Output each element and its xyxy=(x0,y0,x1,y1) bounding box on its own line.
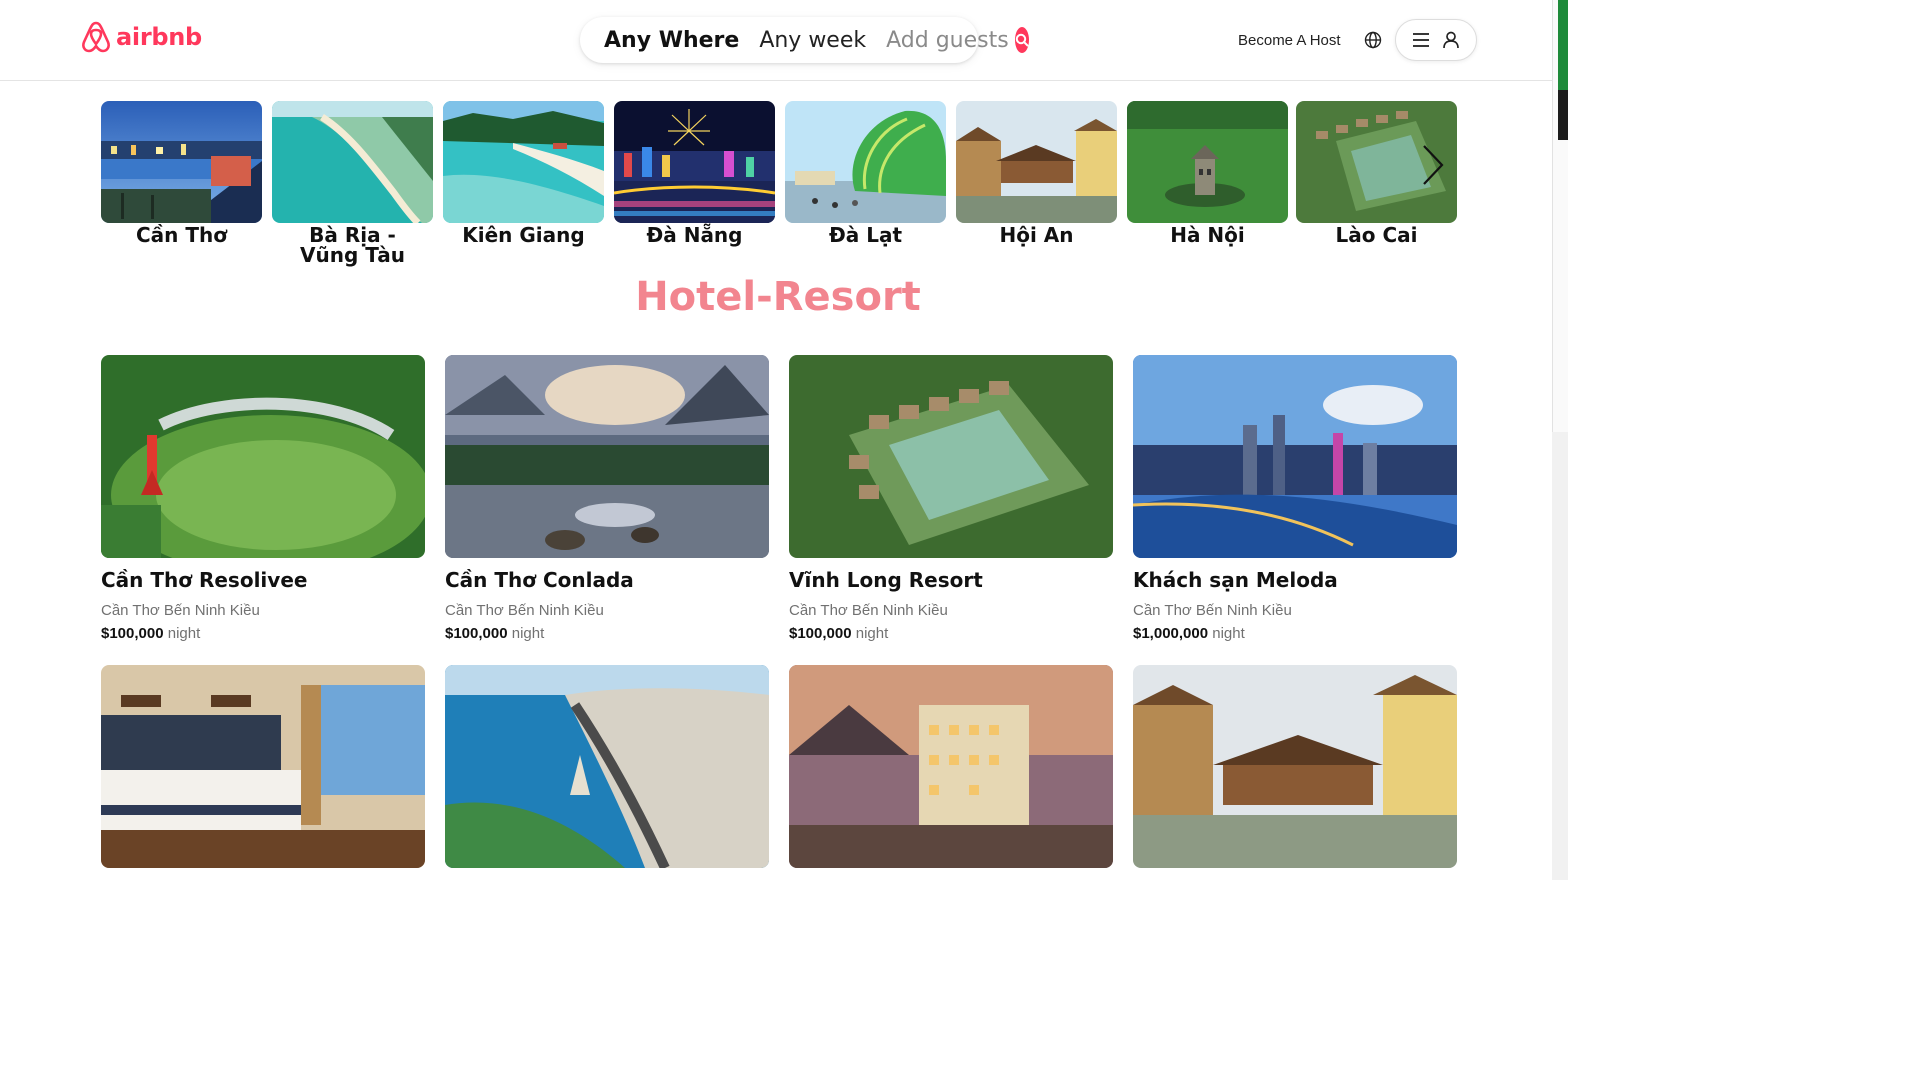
listing-name: Khách sạn Meloda xyxy=(1133,568,1338,592)
listing-card[interactable] xyxy=(445,665,769,868)
section-title: Hotel-Resort xyxy=(635,274,921,320)
search-icon xyxy=(1015,33,1029,47)
listing-price-line: $1,000,000 night xyxy=(1133,625,1457,642)
destination-item[interactable]: Cần Thơ xyxy=(101,101,262,245)
listing-image xyxy=(1133,355,1457,558)
listing-name: Cần Thơ Resolivee xyxy=(101,568,308,592)
destination-label: Đà Lạt xyxy=(828,223,903,247)
destination-image xyxy=(956,101,1117,223)
listing-location: Cần Thơ Bến Ninh Kiều xyxy=(101,602,260,619)
listing-price: $100,000 xyxy=(101,625,164,642)
listing-price-unit: night xyxy=(511,625,545,642)
destination-item[interactable]: Đà Nẵng xyxy=(614,101,775,245)
chevron-right-icon xyxy=(1423,145,1444,185)
listing-name: Cần Thơ Conlada xyxy=(445,568,634,592)
globe-icon[interactable] xyxy=(1363,30,1383,50)
listing-image xyxy=(789,665,1113,868)
destination-label: Đà Nẵng xyxy=(646,223,743,247)
search-week[interactable]: Any week xyxy=(749,28,876,53)
page: airbnb Any Where Any week Add guests Bec… xyxy=(0,0,1568,880)
search-guests[interactable]: Add guests xyxy=(876,28,1013,53)
listing-location: Cần Thơ Bến Ninh Kiều xyxy=(445,602,604,619)
listing-location: Cần Thơ Bến Ninh Kiều xyxy=(789,602,948,619)
window-edge-strip xyxy=(1558,90,1568,140)
destination-item[interactable]: Hà Nội xyxy=(1127,101,1288,245)
destination-item[interactable]: Kiên Giang xyxy=(443,101,604,245)
airbnb-logo[interactable]: airbnb xyxy=(80,20,202,54)
destination-label: Lào Cai xyxy=(1335,223,1418,247)
destination-label: Hội An xyxy=(999,223,1074,247)
destination-carousel: Cần Thơ Bà Rịa - Vũng Tàu Kiên Giang Đà … xyxy=(101,101,1457,271)
listing-card[interactable]: Vĩnh Long Resort Cần Thơ Bến Ninh Kiều $… xyxy=(789,355,1113,642)
listing-price-line: $100,000 night xyxy=(789,625,1113,642)
listing-image xyxy=(101,355,425,558)
listing-price-unit: night xyxy=(1212,625,1245,642)
listing-price-unit: night xyxy=(167,625,201,642)
listing-price-unit: night xyxy=(855,625,889,642)
destination-label: Cần Thơ xyxy=(136,223,227,247)
destination-label: Kiên Giang xyxy=(462,223,585,247)
user-icon xyxy=(1443,31,1459,49)
listing-card[interactable]: Cần Thơ Resolivee Cần Thơ Bến Ninh Kiều … xyxy=(101,355,425,642)
destination-image xyxy=(1127,101,1288,223)
listing-image xyxy=(789,355,1113,558)
window-edge-strip xyxy=(1558,0,1568,90)
destination-label: Bà Rịa - Vũng Tàu xyxy=(299,223,405,267)
listing-price-line: $100,000 night xyxy=(101,625,425,642)
header: airbnb Any Where Any week Add guests Bec… xyxy=(0,0,1552,81)
destination-label: Hà Nội xyxy=(1170,223,1245,247)
destination-item[interactable]: Bà Rịa - Vũng Tàu xyxy=(272,101,433,265)
search-button[interactable] xyxy=(1014,27,1029,53)
search-bar[interactable]: Any Where Any week Add guests xyxy=(580,17,1029,63)
destination-image xyxy=(614,101,775,223)
airbnb-logo-icon xyxy=(80,20,112,54)
listing-image xyxy=(101,665,425,868)
destination-image xyxy=(785,101,946,223)
listing-name: Vĩnh Long Resort xyxy=(789,568,983,592)
listing-card[interactable] xyxy=(101,665,425,868)
destination-image xyxy=(101,101,262,223)
carousel-next-button[interactable] xyxy=(1418,142,1448,188)
menu-icon xyxy=(1413,33,1429,47)
listing-image xyxy=(1133,665,1457,868)
become-host-link[interactable]: Become A Host xyxy=(1238,32,1341,49)
logo-text: airbnb xyxy=(116,23,202,51)
listing-card[interactable] xyxy=(789,665,1113,868)
listing-location: Cần Thơ Bến Ninh Kiều xyxy=(1133,602,1292,619)
listing-price: $1,000,000 xyxy=(1133,625,1209,642)
destination-image xyxy=(443,101,604,223)
listing-price: $100,000 xyxy=(789,625,852,642)
listing-image xyxy=(445,355,769,558)
listing-price: $100,000 xyxy=(445,625,508,642)
destination-item[interactable]: Hội An xyxy=(956,101,1117,245)
destination-image xyxy=(272,101,433,223)
listing-card[interactable]: Khách sạn Meloda Cần Thơ Bến Ninh Kiều $… xyxy=(1133,355,1457,642)
search-anywhere[interactable]: Any Where xyxy=(594,28,749,53)
listing-price-line: $100,000 night xyxy=(445,625,769,642)
user-menu-button[interactable] xyxy=(1395,19,1477,61)
destination-item[interactable]: Đà Lạt xyxy=(785,101,946,245)
listing-card[interactable]: Cần Thơ Conlada Cần Thơ Bến Ninh Kiều $1… xyxy=(445,355,769,642)
listing-image xyxy=(445,665,769,868)
listing-card[interactable] xyxy=(1133,665,1457,868)
